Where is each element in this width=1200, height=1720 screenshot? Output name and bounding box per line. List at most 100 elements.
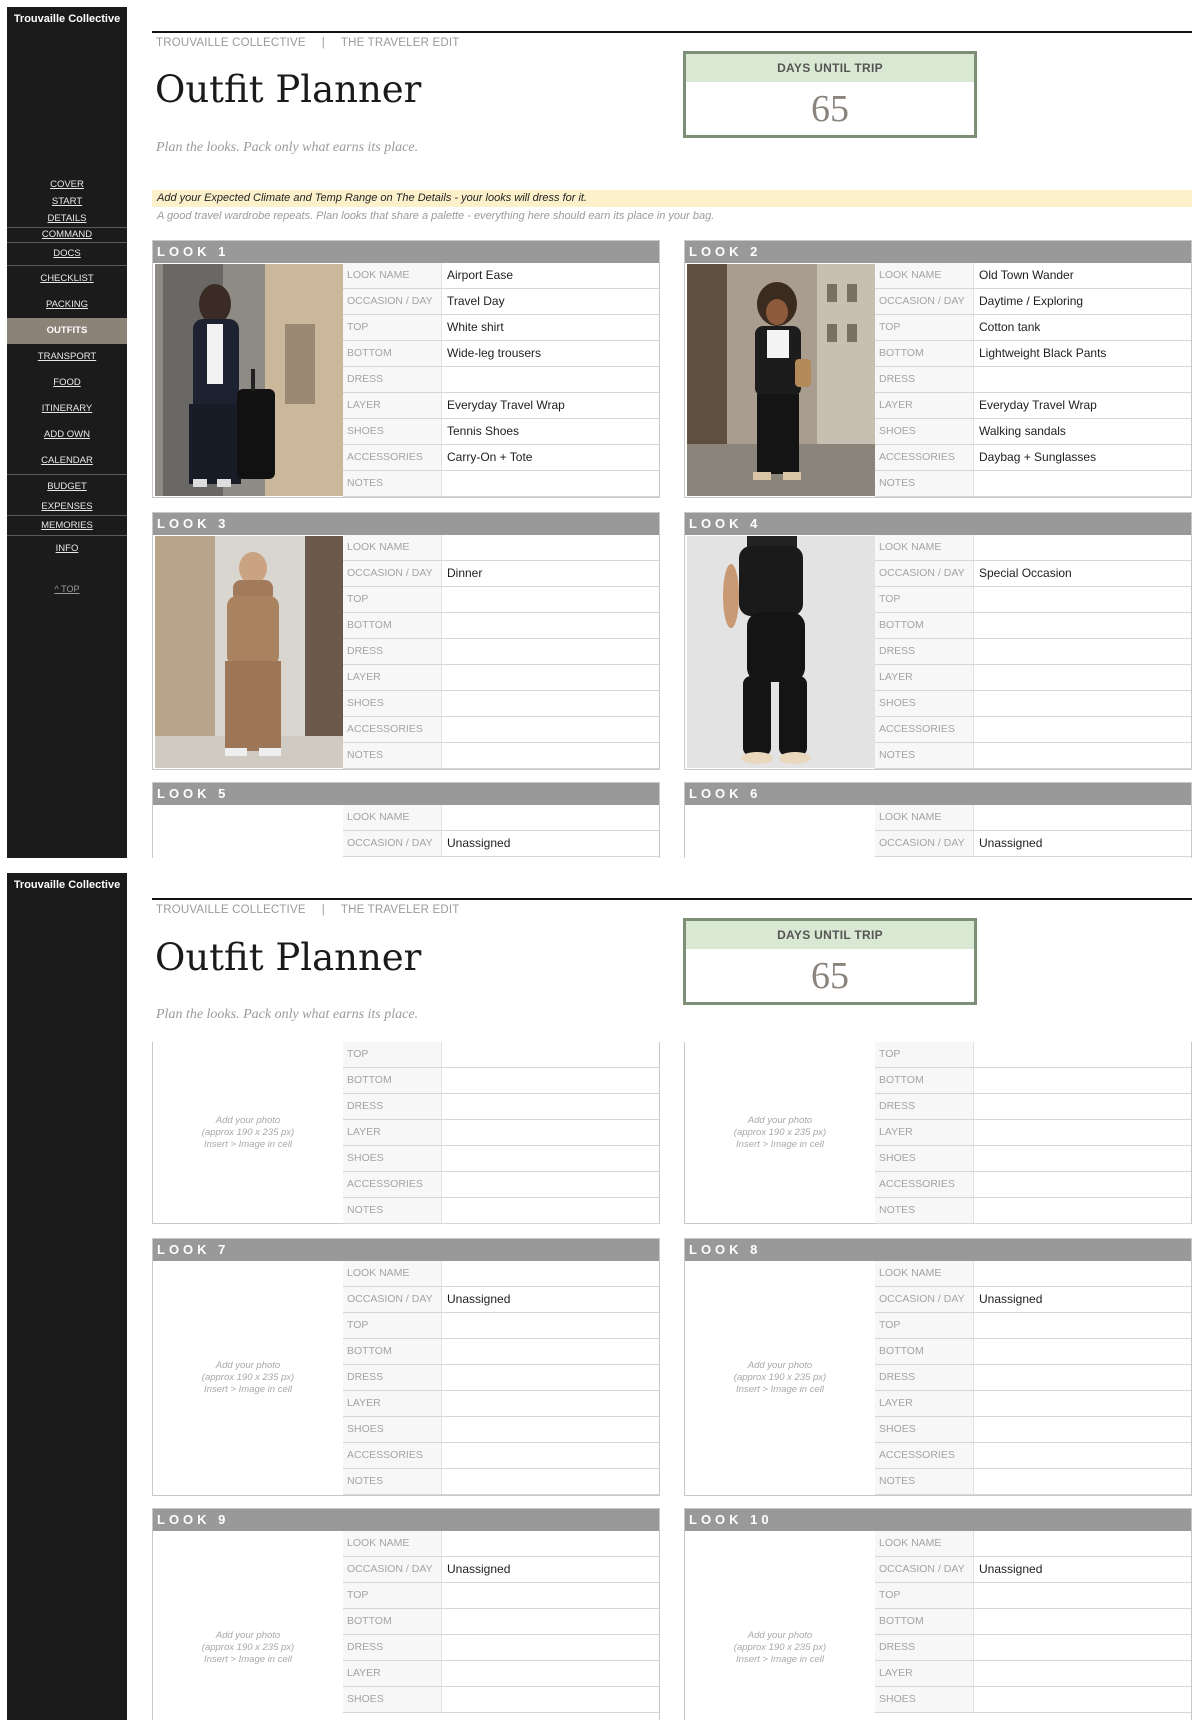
dress-input[interactable] xyxy=(441,1365,659,1390)
occasion-input[interactable]: Daytime / Exploring xyxy=(973,289,1191,314)
layer-input[interactable]: Everyday Travel Wrap xyxy=(441,393,659,418)
top-input[interactable] xyxy=(441,1583,659,1608)
occasion-input[interactable]: Special Occasion xyxy=(973,561,1191,586)
top-input[interactable] xyxy=(441,587,659,612)
dress-input[interactable] xyxy=(973,367,1191,392)
back-to-top-link[interactable]: ^ TOP xyxy=(7,584,127,594)
accessories-input[interactable] xyxy=(973,1172,1191,1197)
shoes-input[interactable] xyxy=(973,1417,1191,1442)
dress-input[interactable] xyxy=(973,1635,1191,1660)
nav-info[interactable]: INFO xyxy=(7,536,127,562)
notes-input[interactable] xyxy=(973,1469,1191,1494)
photo-placeholder[interactable]: Add your photo (approx 190 x 235 px) Inser… xyxy=(685,1261,875,1495)
nav-docs[interactable]: DOCS xyxy=(7,243,127,265)
bottom-input[interactable] xyxy=(973,1609,1191,1634)
bottom-input[interactable] xyxy=(973,613,1191,638)
accessories-input[interactable] xyxy=(441,1172,659,1197)
shoes-input[interactable]: Tennis Shoes xyxy=(441,419,659,444)
bottom-input[interactable]: Lightweight Black Pants xyxy=(973,341,1191,366)
nav-budget[interactable]: BUDGET xyxy=(7,475,127,497)
look-photo[interactable] xyxy=(687,264,875,496)
bottom-input[interactable]: Wide-leg trousers xyxy=(441,341,659,366)
look-name-input[interactable] xyxy=(441,535,659,560)
bottom-input[interactable] xyxy=(973,1339,1191,1364)
occasion-input[interactable]: Dinner xyxy=(441,561,659,586)
shoes-input[interactable] xyxy=(441,1417,659,1442)
top-input[interactable] xyxy=(973,1313,1191,1338)
notes-input[interactable] xyxy=(973,1198,1191,1223)
nav-checklist[interactable]: CHECKLIST xyxy=(7,266,127,292)
notes-input[interactable] xyxy=(441,471,659,496)
shoes-input[interactable] xyxy=(973,1146,1191,1171)
layer-input[interactable] xyxy=(973,1391,1191,1416)
dress-input[interactable] xyxy=(973,1094,1191,1119)
notes-input[interactable] xyxy=(441,743,659,768)
top-input[interactable] xyxy=(973,1583,1191,1608)
notes-input[interactable] xyxy=(441,1469,659,1494)
nav-cover[interactable]: COVER xyxy=(7,176,127,193)
shoes-input[interactable] xyxy=(441,691,659,716)
nav-start[interactable]: START xyxy=(7,193,127,210)
occasion-input[interactable]: Unassigned xyxy=(441,1557,659,1582)
look-name-input[interactable]: Airport Ease xyxy=(441,263,659,288)
nav-outfits[interactable]: OUTFITS xyxy=(7,318,127,344)
nav-expenses[interactable]: EXPENSES xyxy=(7,497,127,515)
nav-transport[interactable]: TRANSPORT xyxy=(7,344,127,370)
photo-placeholder[interactable]: Add your photo (approx 190 x 235 px) Inser… xyxy=(153,1042,343,1223)
notes-input[interactable] xyxy=(441,1198,659,1223)
nav-command[interactable]: COMMAND xyxy=(7,228,127,242)
dress-input[interactable] xyxy=(441,1635,659,1660)
accessories-input[interactable]: Daybag + Sunglasses xyxy=(973,445,1191,470)
dress-input[interactable] xyxy=(973,1365,1191,1390)
shoes-input[interactable] xyxy=(973,691,1191,716)
top-input[interactable] xyxy=(441,1313,659,1338)
look-photo[interactable] xyxy=(155,536,343,768)
shoes-input[interactable] xyxy=(441,1687,659,1712)
nav-details[interactable]: DETAILS xyxy=(7,210,127,227)
top-input[interactable]: White shirt xyxy=(441,315,659,340)
nav-memories[interactable]: MEMORIES xyxy=(7,516,127,535)
layer-input[interactable] xyxy=(441,665,659,690)
dress-input[interactable] xyxy=(441,367,659,392)
accessories-input[interactable] xyxy=(441,1443,659,1468)
dress-input[interactable] xyxy=(973,639,1191,664)
shoes-input[interactable]: Walking sandals xyxy=(973,419,1191,444)
occasion-input[interactable]: Unassigned xyxy=(973,1557,1191,1582)
layer-input[interactable]: Everyday Travel Wrap xyxy=(973,393,1191,418)
top-input[interactable] xyxy=(441,1042,659,1067)
occasion-input[interactable]: Travel Day xyxy=(441,289,659,314)
look-photo[interactable] xyxy=(155,264,343,496)
bottom-input[interactable] xyxy=(973,1068,1191,1093)
layer-input[interactable] xyxy=(973,665,1191,690)
top-input[interactable] xyxy=(973,587,1191,612)
top-input[interactable] xyxy=(973,1042,1191,1067)
look-name-input[interactable] xyxy=(973,805,1191,830)
photo-placeholder[interactable]: Add your photo (approx 190 x 235 px) Inser… xyxy=(153,1261,343,1495)
look-name-input[interactable] xyxy=(441,1261,659,1286)
notes-input[interactable] xyxy=(973,471,1191,496)
shoes-input[interactable] xyxy=(441,1146,659,1171)
accessories-input[interactable] xyxy=(973,717,1191,742)
layer-input[interactable] xyxy=(973,1661,1191,1686)
top-input[interactable]: Cotton tank xyxy=(973,315,1191,340)
bottom-input[interactable] xyxy=(441,1609,659,1634)
photo-placeholder[interactable]: Add your photo (approx 190 x 235 px) Inser… xyxy=(685,1042,875,1223)
look-name-input[interactable] xyxy=(973,535,1191,560)
photo-placeholder[interactable]: Add your photo (approx 190 x 235 px) Inser… xyxy=(153,1531,343,1720)
look-name-input[interactable] xyxy=(973,1261,1191,1286)
look-name-input[interactable]: Old Town Wander xyxy=(973,263,1191,288)
accessories-input[interactable] xyxy=(441,717,659,742)
look-photo[interactable] xyxy=(687,536,875,768)
layer-input[interactable] xyxy=(973,1120,1191,1145)
notes-input[interactable] xyxy=(973,743,1191,768)
bottom-input[interactable] xyxy=(441,1068,659,1093)
nav-packing[interactable]: PACKING xyxy=(7,292,127,318)
bottom-input[interactable] xyxy=(441,613,659,638)
dress-input[interactable] xyxy=(441,1094,659,1119)
layer-input[interactable] xyxy=(441,1391,659,1416)
look-name-input[interactable] xyxy=(441,1531,659,1556)
occasion-input[interactable]: Unassigned xyxy=(441,831,659,856)
nav-calendar[interactable]: CALENDAR xyxy=(7,448,127,474)
nav-add-own[interactable]: ADD OWN xyxy=(7,422,127,448)
bottom-input[interactable] xyxy=(441,1339,659,1364)
